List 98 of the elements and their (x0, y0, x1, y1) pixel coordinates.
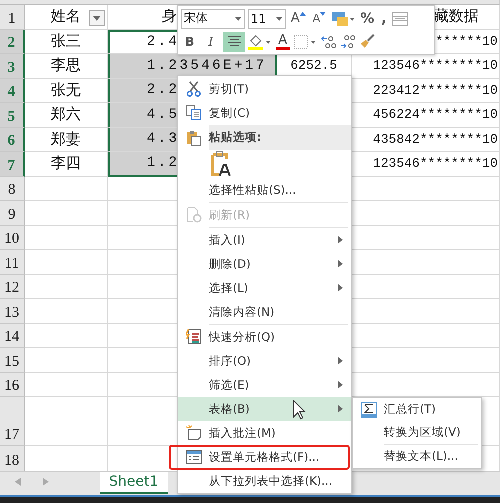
paste-button[interactable] (211, 151, 231, 177)
cell-text: 123546********10 (373, 58, 498, 74)
menu-item[interactable]: 插入(I) (178, 228, 351, 252)
cell-text: 2.4 (147, 34, 180, 50)
caret-icon (276, 16, 283, 20)
menu-item[interactable]: 选择(L) (178, 276, 351, 300)
row-header[interactable]: 5 (0, 103, 25, 128)
cell-text: 2.2 (147, 82, 180, 98)
submenu-arrow-icon (338, 260, 343, 268)
row-header[interactable]: 8 (0, 176, 25, 201)
cell-text: 李四 (51, 154, 81, 174)
cell-text: 身 (162, 7, 177, 26)
cell-text: 1.23546E+17 (147, 58, 267, 74)
menu-item[interactable]: 清除内容(N) (178, 300, 351, 324)
copy-icon (186, 105, 202, 121)
menu-item[interactable]: 插入批注(M) (178, 421, 351, 445)
up-arrow-icon (300, 12, 306, 16)
cell-text: 郑六 (51, 105, 81, 124)
submenu-arrow-icon (338, 236, 343, 244)
cell-text: ******10 (436, 34, 498, 49)
menu-item[interactable]: 替换文本(L)... (353, 445, 481, 468)
row-header[interactable]: 18 (0, 446, 25, 471)
cell-text: 藏数据 (434, 7, 479, 26)
font-size-dropdown[interactable]: 11 (248, 8, 286, 28)
cell-text: 李思 (51, 56, 81, 76)
menu-item[interactable]: 复制(C) (178, 101, 351, 125)
submenu-arrow-icon (338, 381, 343, 389)
refresh-icon (186, 207, 202, 223)
menu-item[interactable]: 剪切(T) (178, 77, 351, 101)
font-dropdown[interactable]: 宋体 (181, 8, 245, 28)
cell-text: 435842********10 (373, 132, 498, 147)
submenu-arrow-icon (338, 284, 343, 292)
cell-text: 4.3 (147, 131, 180, 148)
format-cells-icon (186, 449, 202, 465)
row-header[interactable]: 2 (0, 30, 25, 54)
italic-button[interactable]: I (202, 32, 220, 52)
row-header[interactable]: 15 (0, 348, 25, 372)
menu-item[interactable]: 筛选(E) (178, 373, 351, 397)
row-header[interactable]: 9 (0, 201, 25, 226)
increase-decimal-icon[interactable] (321, 34, 337, 48)
cell-text: 123546********10 (373, 156, 498, 172)
row-header[interactable]: 11 (0, 250, 25, 274)
sheet-tab[interactable]: Sheet1 (100, 472, 168, 494)
menu-item[interactable]: 表格(B) (178, 397, 351, 421)
menu-item[interactable]: 删除(D) (178, 252, 351, 276)
menu-item[interactable]: 排序(O) (178, 349, 351, 373)
merge-cells-icon[interactable] (392, 12, 408, 26)
menu-item[interactable]: 汇总行(T) (353, 398, 481, 421)
menu-item[interactable]: 设置单元格格式(F)... (178, 445, 351, 469)
cell-text: 张无 (51, 80, 81, 100)
row-header[interactable]: 6 (0, 128, 25, 152)
fill-color-icon[interactable] (248, 34, 272, 50)
row-header[interactable]: 10 (0, 226, 25, 250)
font-color-button[interactable]: A (275, 34, 291, 50)
comma-style-button[interactable]: , (379, 8, 389, 28)
row-header[interactable]: 14 (0, 324, 25, 348)
row-header[interactable]: 4 (0, 78, 25, 103)
menu-item[interactable]: 快速分析(Q) (178, 325, 351, 349)
total-row-icon (360, 402, 376, 418)
cursor-icon (293, 400, 307, 420)
align-center-icon (228, 36, 240, 47)
row-header[interactable]: 3 (0, 54, 25, 78)
row-header[interactable]: 16 (0, 372, 25, 397)
cell-text: 姓名 (51, 7, 81, 26)
row-header[interactable]: 7 (0, 152, 25, 176)
borders-icon[interactable] (294, 34, 318, 48)
format-painter-icon[interactable] (359, 34, 375, 50)
filter-dropdown-button[interactable] (89, 10, 105, 26)
caret-icon (235, 16, 242, 20)
comment-icon (186, 425, 202, 441)
bold-button[interactable]: B (181, 32, 199, 52)
menu-item[interactable]: 从下拉列表中选择(K)... (178, 469, 351, 493)
cell-text: 6252.5 (290, 58, 338, 74)
number-format-icon[interactable] (331, 10, 356, 26)
row-header[interactable]: 12 (0, 274, 25, 299)
clipboard-icon (186, 130, 202, 146)
submenu-arrow-icon (338, 405, 343, 413)
cell-text: 张三 (51, 32, 81, 51)
center-align-button[interactable] (223, 32, 245, 52)
percent-button[interactable]: % (358, 8, 376, 28)
down-arrow-icon (320, 12, 326, 16)
submenu-arrow-icon (338, 357, 343, 365)
grow-font-button[interactable]: A (289, 8, 308, 28)
caret-icon (93, 16, 101, 20)
cell-text: 223412********10 (373, 82, 498, 98)
cell-text: 456224********10 (373, 107, 498, 122)
row-header[interactable]: 17 (0, 397, 25, 446)
row-header[interactable]: 1 (0, 5, 25, 30)
cut-icon (186, 81, 202, 97)
cell-text: 4.5 (147, 106, 180, 123)
cell-text: 郑妻 (51, 130, 81, 149)
menu-item[interactable]: 转换为区域(V) (353, 421, 481, 444)
shrink-font-button[interactable]: A (310, 8, 328, 28)
quick-analysis-icon (186, 329, 202, 345)
cell-text: 1.2 (147, 155, 180, 172)
row-header[interactable]: 13 (0, 299, 25, 324)
decrease-decimal-icon[interactable] (340, 34, 356, 48)
menu-item[interactable]: 选择性粘贴(S)... (178, 178, 351, 202)
